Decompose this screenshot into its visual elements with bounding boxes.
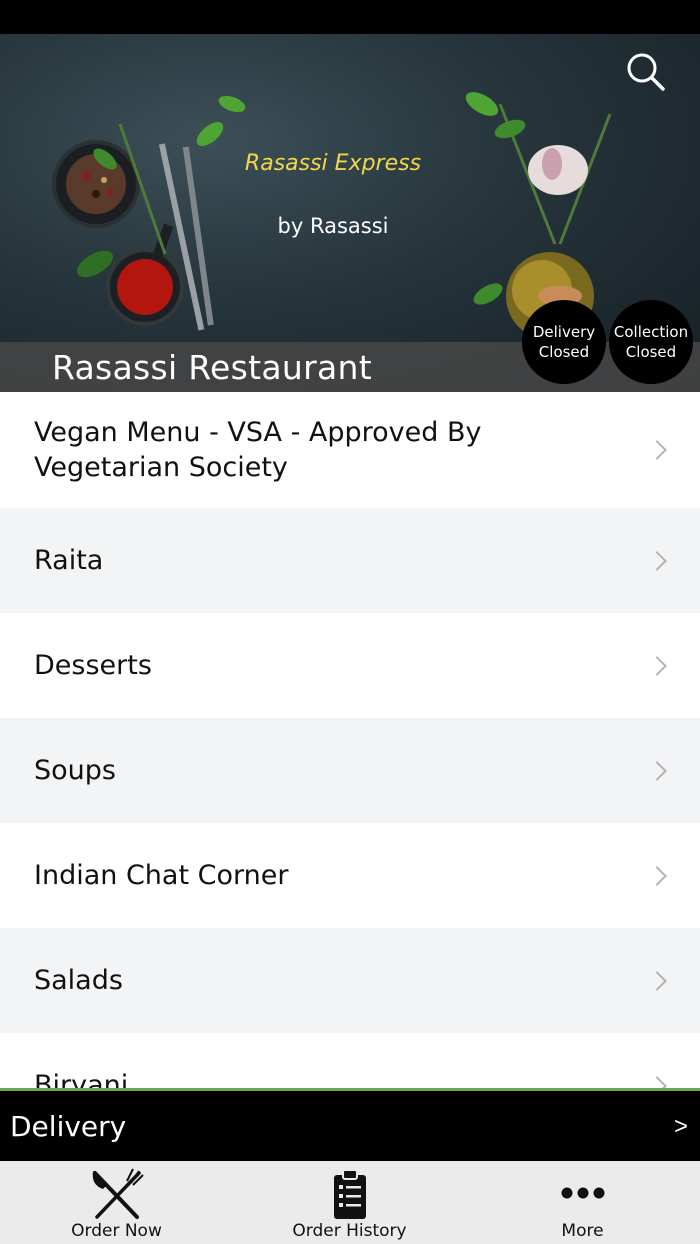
chevron-right-icon bbox=[647, 760, 667, 781]
chevron-right-icon bbox=[647, 970, 667, 991]
chevron-right-icon bbox=[647, 655, 667, 676]
chevron-right-icon bbox=[647, 550, 667, 571]
fork-knife-icon bbox=[92, 1168, 144, 1219]
tab-label: More bbox=[561, 1221, 604, 1241]
menu-category-desserts[interactable]: Desserts bbox=[0, 613, 700, 718]
tab-label: Order Now bbox=[71, 1221, 162, 1241]
menu-category-label: Soups bbox=[34, 755, 116, 786]
restaurant-byline: by Rasassi bbox=[277, 214, 389, 238]
chevron-right-icon bbox=[647, 865, 667, 886]
collection-status-badge: Collection Closed bbox=[609, 300, 693, 384]
tab-more[interactable]: More bbox=[466, 1161, 699, 1244]
menu-category-label: Raita bbox=[34, 545, 104, 576]
delivery-status-badge: Delivery Closed bbox=[522, 300, 606, 384]
menu-category-raita[interactable]: Raita bbox=[0, 508, 700, 613]
collection-status-value: Closed bbox=[625, 343, 677, 361]
search-button[interactable] bbox=[624, 50, 668, 94]
bottom-tab-bar: Order Now Order History More bbox=[0, 1161, 700, 1244]
delivery-mode-arrow: > bbox=[673, 1113, 688, 1140]
delivery-status-value: Closed bbox=[538, 343, 590, 361]
clipboard-list-icon bbox=[333, 1169, 366, 1219]
delivery-mode-label: Delivery bbox=[10, 1110, 127, 1143]
delivery-status-title: Delivery bbox=[532, 323, 596, 341]
restaurant-name: Rasassi Restaurant bbox=[52, 348, 372, 387]
tab-label: Order History bbox=[292, 1221, 407, 1241]
chevron-right-icon bbox=[647, 1075, 667, 1088]
menu-category-soups[interactable]: Soups bbox=[0, 718, 700, 823]
status-bar bbox=[0, 0, 700, 34]
restaurant-tagline: Rasassi Express bbox=[244, 151, 422, 176]
delivery-mode-bar[interactable]: Delivery > bbox=[0, 1088, 700, 1161]
search-icon bbox=[627, 53, 665, 91]
menu-category-label: Biryani bbox=[34, 1070, 129, 1088]
menu-category-label: Desserts bbox=[34, 650, 152, 681]
menu-category-biryani[interactable]: Biryani bbox=[0, 1033, 700, 1088]
menu-category-label: Indian Chat Corner bbox=[34, 860, 289, 891]
hero-banner: Rasassi Express by Rasassi Rasassi Resta… bbox=[0, 34, 700, 392]
chevron-right-icon bbox=[647, 440, 667, 460]
menu-category-label: Vegan Menu - VSA - Approved By Vegetaria… bbox=[34, 417, 482, 483]
more-dots-icon bbox=[561, 1187, 604, 1199]
menu-category-label: Salads bbox=[34, 965, 123, 996]
menu-category-indian-chat-corner[interactable]: Indian Chat Corner bbox=[0, 823, 700, 928]
menu-category-list[interactable]: Vegan Menu - VSA - Approved By Vegetaria… bbox=[0, 392, 700, 1088]
tab-order-history[interactable]: Order History bbox=[233, 1161, 466, 1244]
menu-category-vegan[interactable]: Vegan Menu - VSA - Approved By Vegetaria… bbox=[0, 392, 700, 508]
collection-status-title: Collection bbox=[613, 323, 689, 341]
tab-order-now[interactable]: Order Now bbox=[0, 1161, 233, 1244]
menu-category-salads[interactable]: Salads bbox=[0, 928, 700, 1033]
